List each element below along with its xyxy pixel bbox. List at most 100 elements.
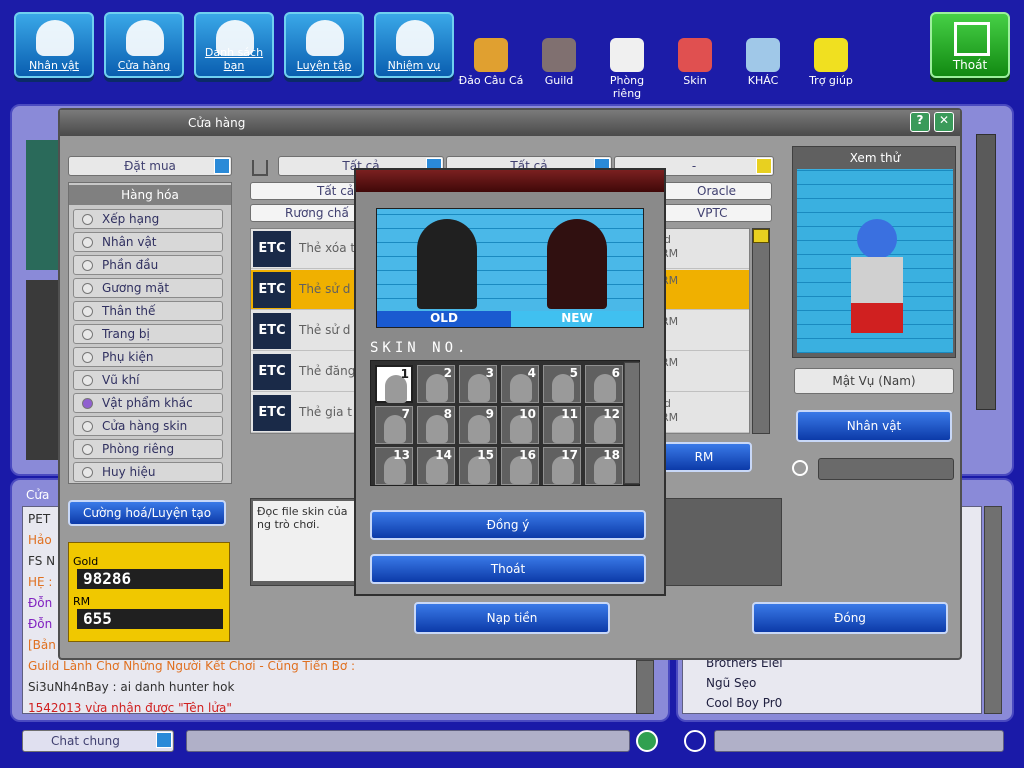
skin-thumbnail[interactable]: 4 xyxy=(501,365,539,403)
category-item[interactable]: Vật phẩm khác xyxy=(73,393,223,413)
category-item[interactable]: Gương mặt xyxy=(73,278,223,298)
skin-thumbnail[interactable]: 12 xyxy=(585,406,623,444)
chat-channel-select[interactable]: Chat chung xyxy=(22,730,174,752)
question-icon xyxy=(814,38,848,72)
exit-button[interactable]: Thoát xyxy=(930,12,1010,78)
preview-search-input[interactable] xyxy=(818,458,954,480)
other-button[interactable]: KHÁC xyxy=(730,38,796,94)
skin-thumbnail[interactable]: 2 xyxy=(417,365,455,403)
preview-character-button[interactable]: Nhân vật xyxy=(796,410,952,442)
character-button[interactable]: Nhân vật xyxy=(14,12,94,78)
help-button[interactable]: Trợ giúp xyxy=(798,38,864,94)
category-item[interactable]: Cửa hàng skin xyxy=(73,416,223,436)
rm-label: RM xyxy=(73,595,91,608)
radio-icon xyxy=(82,444,93,455)
skin-thumbnail[interactable]: 8 xyxy=(417,406,455,444)
gold-value: 98286 xyxy=(77,569,223,589)
character-head xyxy=(857,219,897,259)
top-up-button[interactable]: Nạp tiền xyxy=(414,602,610,634)
category-item[interactable]: Phụ kiện xyxy=(73,347,223,367)
radio-icon xyxy=(82,260,93,271)
category-item[interactable]: Phần đầu xyxy=(73,255,223,275)
skin-thumbnail[interactable]: 7 xyxy=(375,406,413,444)
radio-icon xyxy=(82,283,93,294)
skin-dialog: OLD NEW SKIN NO. 1 2 3 4 5 6 7 8 9 10 11 12 13 14 15 16… xyxy=(354,168,666,596)
buy-rm-button[interactable]: RM xyxy=(656,442,752,472)
skin-thumbnail[interactable]: 14 xyxy=(417,447,455,485)
top-toolbar: Nhân vật Cửa hàng Danh sách bạn Luyện tậ… xyxy=(0,0,1024,100)
close-icon[interactable]: ✕ xyxy=(934,112,954,132)
radio-icon xyxy=(82,306,93,317)
close-shop-button[interactable]: Đóng xyxy=(752,602,948,634)
description-text: Đọc file skin của ng trò chơi. xyxy=(253,501,365,581)
chat-message: Hảo xyxy=(28,533,52,547)
skin-dialog-title-bar xyxy=(356,170,664,192)
skin-thumbnail[interactable]: 15 xyxy=(459,447,497,485)
category-item[interactable]: Vũ khí xyxy=(73,370,223,390)
quest-button[interactable]: Nhiệm vụ xyxy=(374,12,454,78)
chat-scrollbar[interactable] xyxy=(636,660,654,714)
skin-thumbnail[interactable]: 16 xyxy=(501,447,539,485)
chevron-down-icon xyxy=(756,158,772,174)
mode-select[interactable]: Đặt mua xyxy=(68,156,232,176)
radio-icon xyxy=(82,237,93,248)
confirm-button[interactable]: Đồng ý xyxy=(370,510,646,540)
skin-thumbnail[interactable]: 3 xyxy=(459,365,497,403)
shop-title-bar: Cửa hàng ? ✕ xyxy=(60,110,960,136)
tab-chest[interactable]: Rương chấ xyxy=(285,205,349,221)
category-item[interactable]: Phòng riêng xyxy=(73,439,223,459)
preview-panel: Xem thử xyxy=(792,146,956,358)
category-item[interactable]: Nhân vật xyxy=(73,232,223,252)
radio-icon xyxy=(82,352,93,363)
scroll-up-icon[interactable] xyxy=(753,229,769,243)
radio-icon xyxy=(82,375,93,386)
skin-thumbnail[interactable]: 5 xyxy=(543,365,581,403)
radio-icon xyxy=(82,214,93,225)
cancel-button[interactable]: Thoát xyxy=(370,554,646,584)
tab-all[interactable]: Tất cả xyxy=(317,183,354,199)
preview-image xyxy=(797,169,953,353)
skin-thumbnail[interactable]: 17 xyxy=(543,447,581,485)
chat-message: HẸ : xyxy=(28,575,53,589)
tab-oracle[interactable]: Oracle xyxy=(697,183,736,199)
user-list-item[interactable]: Ngũ Sẹo xyxy=(706,676,756,690)
skin-button[interactable]: Skin xyxy=(662,38,728,94)
old-skin-figure xyxy=(417,219,477,309)
skin-thumbnail[interactable]: 1 xyxy=(375,365,413,403)
background-scrollbar[interactable] xyxy=(976,134,996,410)
coffee-cup-icon xyxy=(610,38,644,72)
radio-icon xyxy=(82,398,93,409)
chat-input[interactable] xyxy=(186,730,630,752)
private-room-button[interactable]: Phòng riêng xyxy=(594,38,660,100)
exit-door-icon xyxy=(954,22,990,56)
skin-thumbnail[interactable]: 9 xyxy=(459,406,497,444)
friends-button[interactable]: Danh sách bạn xyxy=(194,12,274,78)
training-button[interactable]: Luyện tập xyxy=(284,12,364,78)
item-list-scrollbar[interactable] xyxy=(752,228,770,434)
item-name: Thẻ xóa t xyxy=(299,241,356,255)
skin-grid-scrollbar[interactable] xyxy=(624,362,640,484)
quest-book-icon xyxy=(396,20,434,56)
shop-button[interactable]: Cửa hàng xyxy=(104,12,184,78)
help-icon[interactable]: ? xyxy=(910,112,930,132)
emoji-icon[interactable] xyxy=(636,730,658,752)
skin-thumbnail[interactable]: 11 xyxy=(543,406,581,444)
category-item[interactable]: Thân thế xyxy=(73,301,223,321)
upgrade-button[interactable]: Cường hoá/Luyện tạo xyxy=(68,500,226,526)
user-search-input[interactable] xyxy=(714,730,1004,752)
skin-thumbnail[interactable]: 18 xyxy=(585,447,623,485)
guild-button[interactable]: Guild xyxy=(526,38,592,94)
skin-thumbnail[interactable]: 6 xyxy=(585,365,623,403)
user-list-scrollbar[interactable] xyxy=(984,506,1002,714)
background-banner xyxy=(26,280,60,460)
tab-vptc[interactable]: VPTC xyxy=(697,205,727,221)
skin-thumbnail[interactable]: 10 xyxy=(501,406,539,444)
search-icon[interactable] xyxy=(684,730,706,752)
category-item[interactable]: Trang bị xyxy=(73,324,223,344)
fishing-island-button[interactable]: Đảo Câu Cá xyxy=(458,38,524,94)
category-item[interactable]: Xếp hạng xyxy=(73,209,223,229)
user-list-item[interactable]: Cool Boy Pr0 xyxy=(706,696,782,710)
chat-message: PET xyxy=(28,512,51,526)
category-item[interactable]: Huy hiệu xyxy=(73,462,223,482)
skin-thumbnail[interactable]: 13 xyxy=(375,447,413,485)
